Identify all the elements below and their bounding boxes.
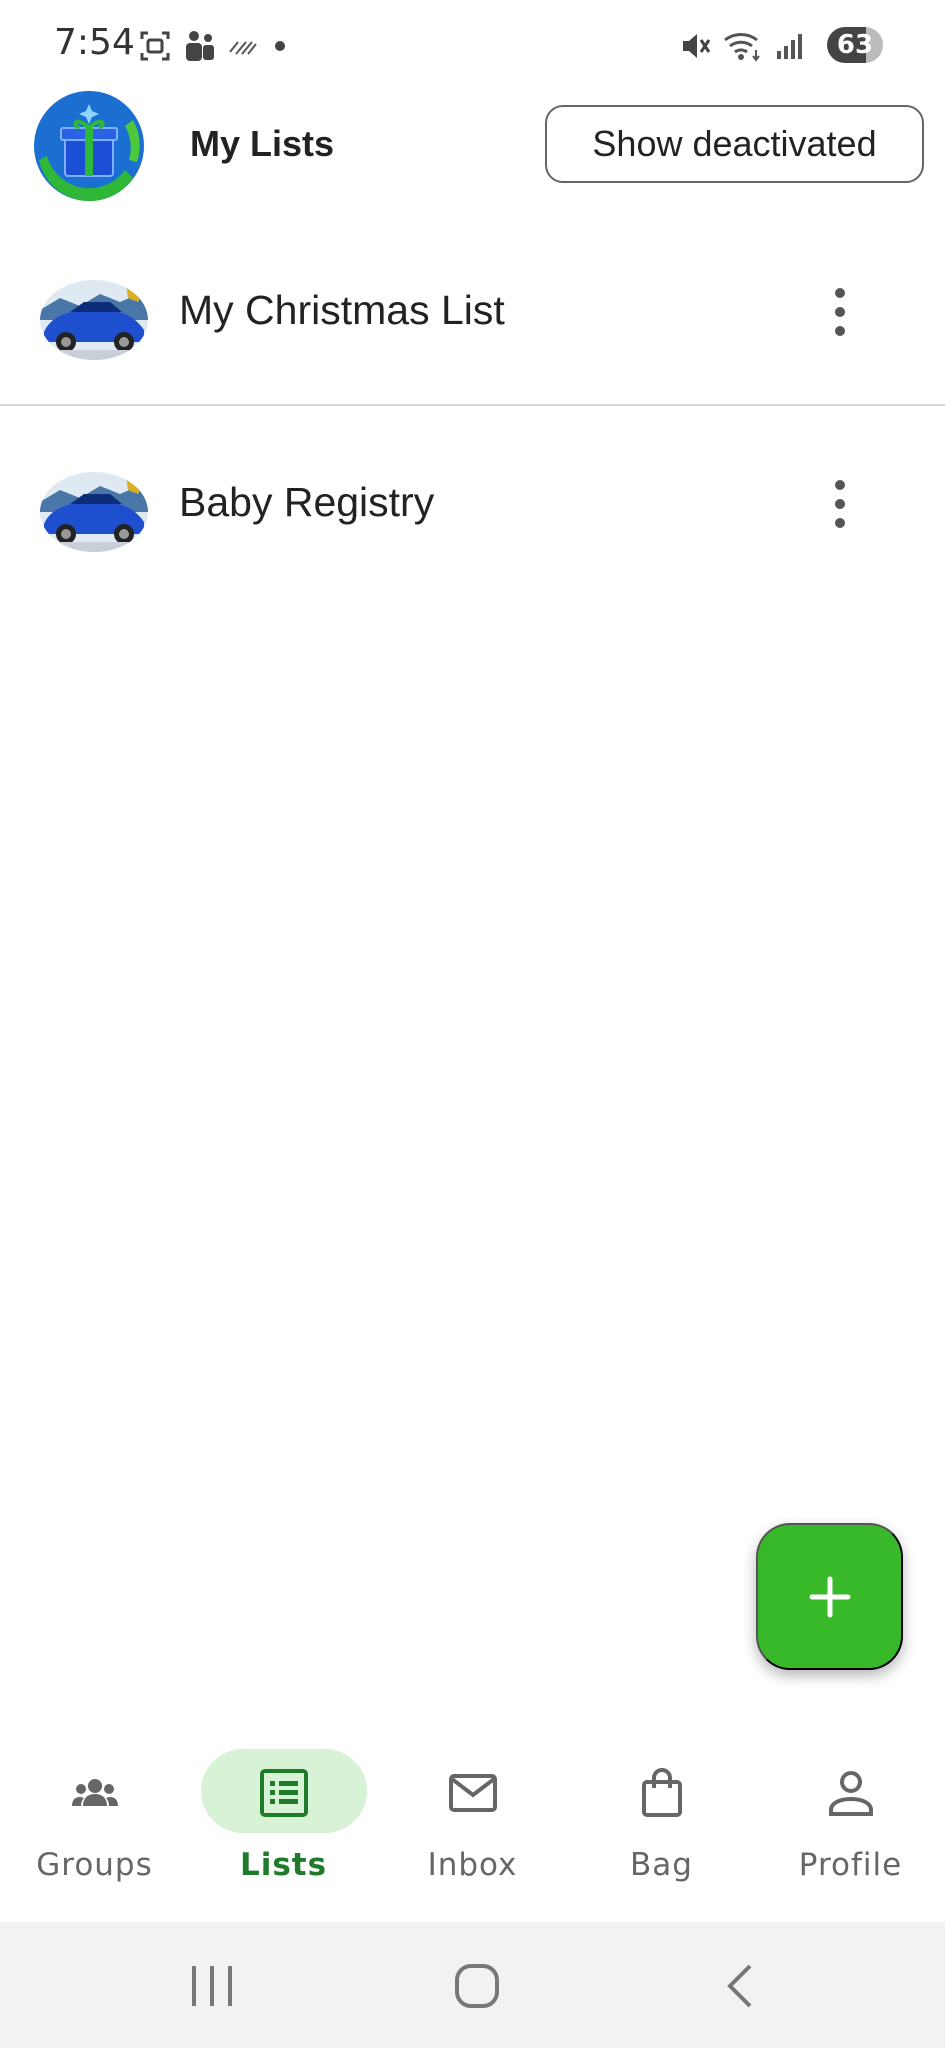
nav-label: Profile [798,1847,903,1883]
status-left-icons [138,26,290,66]
nav-label: Lists [239,1847,328,1883]
mail-icon [448,1774,497,1812]
list-name: Baby Registry [179,479,435,525]
dot-icon [275,41,285,51]
more-options-icon[interactable] [820,474,860,534]
status-bar: 7:54 63 [0,0,945,92]
add-list-button[interactable] [756,1523,903,1670]
bottom-navigation: Groups Lists Inbox Bag Profile [0,1720,945,1922]
nav-item-groups[interactable]: Groups [0,1720,189,1922]
nav-label: Bag [630,1847,693,1883]
teams-icon [186,31,214,61]
list-name: My Christmas List [179,287,505,333]
wifi-icon [724,33,760,62]
list-avatar-image [40,472,148,552]
battery-indicator: 63 [827,27,883,63]
home-icon[interactable] [447,1956,507,2016]
list-icon [259,1769,308,1817]
recent-apps-icon[interactable] [182,1956,242,2016]
groups-icon [71,1779,118,1806]
list-item[interactable]: Baby Registry [0,408,945,598]
list-avatar-image [40,280,148,360]
screenshot-icon [140,31,170,61]
gift-logo-icon [33,90,145,202]
signal-icon [777,34,802,59]
person-icon [828,1771,873,1816]
nav-item-bag[interactable]: Bag [567,1720,756,1922]
nav-label: Inbox [427,1847,518,1883]
system-navigation-bar [0,1922,945,2048]
plus-icon [809,1576,850,1617]
status-right-icons [679,26,805,66]
glare-icon [229,41,257,55]
bag-icon [641,1768,682,1817]
nav-item-lists[interactable]: Lists [189,1720,378,1922]
app-header: My Lists Show deactivated [0,88,945,202]
back-icon[interactable] [712,1956,772,2016]
show-deactivated-button[interactable]: Show deactivated [545,105,924,183]
nav-item-profile[interactable]: Profile [756,1720,945,1922]
status-time: 7:54 [54,22,135,63]
list-item[interactable]: My Christmas List [0,216,945,406]
nav-item-inbox[interactable]: Inbox [378,1720,567,1922]
nav-label: Groups [36,1847,153,1883]
more-options-icon[interactable] [820,282,860,342]
mute-icon [683,34,711,58]
page-title: My Lists [190,123,335,164]
